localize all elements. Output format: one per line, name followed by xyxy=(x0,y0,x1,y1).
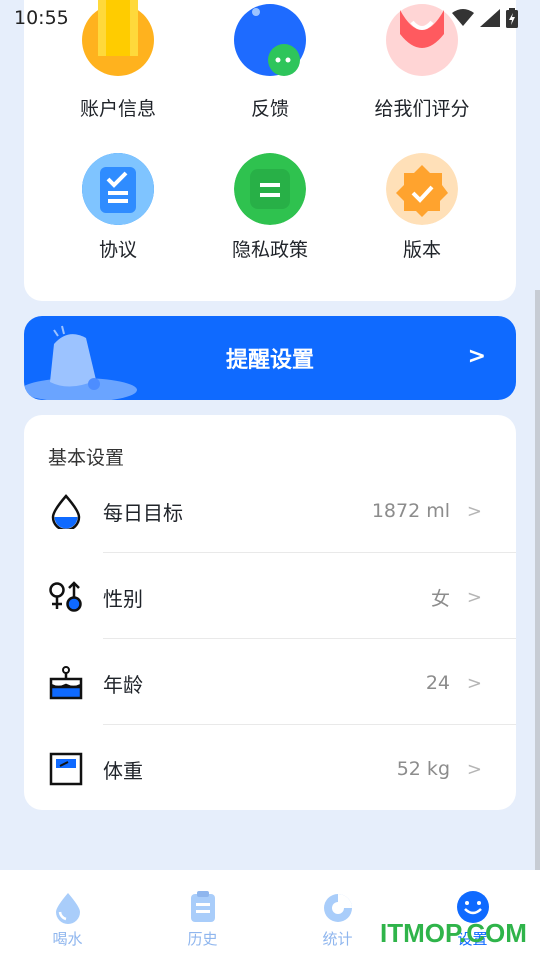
grid-item-label: 协议 xyxy=(98,239,137,261)
status-icons xyxy=(452,8,518,28)
row-value: 52 kg xyxy=(396,758,450,780)
gender-icon xyxy=(49,581,82,612)
scale-icon xyxy=(49,752,83,786)
grid-item-agreement[interactable]: 协议 xyxy=(48,153,188,262)
chevron-right-icon: > xyxy=(466,500,482,522)
water-drop-icon xyxy=(51,494,81,529)
section-title: 基本设置 xyxy=(48,447,125,469)
grid-item-feedback[interactable]: 反馈 xyxy=(200,84,340,121)
grid-item-label: 账户信息 xyxy=(79,98,156,120)
water-tab-icon xyxy=(55,893,80,924)
agreement-icon xyxy=(82,153,154,225)
basic-settings-card: 基本设置 每日目标 1872 ml > 性别 女 > 年龄 24 > 体重 52… xyxy=(24,415,516,810)
stats-tab-icon xyxy=(323,894,352,922)
grid-item-account-info[interactable]: 账户信息 xyxy=(48,84,188,121)
grid-item-label: 给我们评分 xyxy=(374,98,470,120)
chevron-right-icon: > xyxy=(467,344,486,369)
grid-item-version[interactable]: 版本 xyxy=(352,153,492,262)
grid-item-label: 反馈 xyxy=(250,98,289,120)
daily-goal-row[interactable]: 每日目标 1872 ml > xyxy=(24,468,516,554)
signal-icon xyxy=(480,9,500,27)
row-label: 体重 xyxy=(103,758,143,783)
wifi-icon xyxy=(452,9,474,26)
grid-item-privacy-policy[interactable]: 隐私政策 xyxy=(200,153,340,262)
divider xyxy=(103,638,516,639)
battery-icon xyxy=(506,8,518,28)
weight-row[interactable]: 体重 52 kg > xyxy=(24,726,516,812)
status-bar: 10:55 xyxy=(0,0,540,36)
grid-item-label: 隐私政策 xyxy=(231,239,308,261)
grid-item-rate-us[interactable]: 给我们评分 xyxy=(352,84,492,121)
tab-label: 喝水 xyxy=(52,930,83,948)
banner-title: 提醒设置 xyxy=(225,348,314,373)
chevron-right-icon: > xyxy=(466,758,482,780)
tab-history[interactable]: 历史 xyxy=(135,870,270,960)
row-value: 1872 ml xyxy=(371,500,450,522)
divider xyxy=(103,724,516,725)
row-value: 24 xyxy=(425,672,450,694)
row-label: 每日目标 xyxy=(103,500,183,525)
row-value: 女 xyxy=(430,587,450,610)
row-label: 性别 xyxy=(103,586,143,611)
chevron-right-icon: > xyxy=(466,586,482,608)
bell-icon xyxy=(24,325,137,400)
gender-row[interactable]: 性别 女 > xyxy=(24,554,516,640)
history-tab-icon xyxy=(190,891,215,922)
age-row[interactable]: 年龄 24 > xyxy=(24,640,516,726)
scrollbar[interactable] xyxy=(535,290,540,870)
status-time: 10:55 xyxy=(14,7,69,29)
version-icon xyxy=(386,153,458,225)
cake-icon xyxy=(49,666,83,700)
reminder-settings-banner[interactable]: 提醒设置 > xyxy=(24,316,516,400)
privacy-policy-icon xyxy=(234,153,306,225)
row-label: 年龄 xyxy=(103,672,143,697)
grid-item-label: 版本 xyxy=(402,239,441,261)
watermark: ITMOP.COM xyxy=(380,918,527,948)
tab-label: 历史 xyxy=(187,930,218,948)
chevron-right-icon: > xyxy=(466,672,482,694)
divider xyxy=(103,552,516,553)
tab-water[interactable]: 喝水 xyxy=(0,870,135,960)
shortcut-grid-card: 账户信息 反馈 给我们评分 协议 隐私政策 版本 xyxy=(24,0,516,301)
